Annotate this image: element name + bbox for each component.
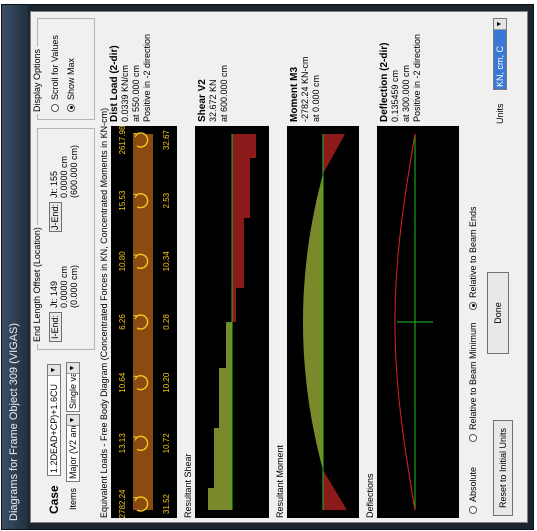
display-legend: Display Options [32,46,42,114]
rotated-screenshot: Diagrams for Frame Object 309 (VIGAS) Ca… [0,0,537,531]
i-joint: Jt: 149 [49,280,59,308]
fbd-top-value: 2617.98 [118,126,127,154]
fbd-panel: 2782.24 13.13 10.64 6.26 10.80 15.53 2617.98 3… [111,126,177,518]
deflection-panel [377,126,459,518]
fbd-info-value: 0.0339 KN/cm [120,64,130,122]
fbd-top-value: 10.64 [118,372,127,393]
moment-info-value: -2782.24 KN-cm [300,56,310,122]
chevron-down-icon: ▼ [67,363,79,374]
shear-block [208,488,232,510]
fbd-caption: Equivalent Loads - Free Body Diagram (Co… [99,107,109,518]
beam-min-radio[interactable] [469,434,477,442]
j-joint: Jt: 155 [49,170,59,198]
absolute-radio[interactable] [469,506,477,514]
scroll-radio[interactable] [51,104,59,112]
beam-ends-label: Relative to Beam Ends [468,206,478,298]
deflection-info-title: Deflection (2-dir) [379,42,390,122]
chevron-down-icon: ▼ [494,19,506,30]
units-label: Units [495,103,505,124]
scroll-label: Scroll for Values [50,35,60,100]
moment-caption: Resultant Moment [275,444,285,518]
dialog-client: Case 1.2DEAD+CP)+1.6CU ▼ Items Major (V2… [30,11,528,523]
done-button[interactable]: Done [487,272,509,354]
i-end-button[interactable]: I-End: [49,312,62,342]
fbd-bottom-value: 31.52 [162,493,171,514]
beam-ends-radio[interactable] [469,302,477,310]
fbd-info-location: at 550.000 cm [131,64,141,122]
shear-block [232,288,236,322]
shear-info-location: at 600.000 cm [219,64,229,122]
fbd-bottom-value: 32.67 [162,129,171,150]
mode-combo[interactable]: Single valued ▼ [66,362,80,412]
units-value: KN, cm, C [495,45,505,87]
shear-block [232,218,244,288]
j-offset-value: 0.0000 cm [59,155,69,198]
shear-panel [195,126,269,518]
shear-block [232,134,256,158]
moment-info: Moment M3 -2782.24 KN-cm at 0.000 cm [289,14,322,122]
case-combo[interactable]: 1.2DEAD+CP)+1.6CU ▼ [47,364,61,476]
fbd-bottom-value: 0.28 [162,314,171,330]
deflection-info-note: Positive in -2 direction [412,33,422,122]
fbd-bottom-value: 10.72 [162,433,171,454]
dialog-window: Diagrams for Frame Object 309 (VIGAS) Ca… [1,4,534,530]
beam-min-label: Relative to Beam Minimum [468,322,478,430]
shear-block [219,368,232,428]
fbd-info-note: Positive in -2 direction [142,33,152,122]
fbd-info: Dist Load (2-dir) 0.0339 KN/cm at 550.00… [109,14,153,122]
fbd-top-value: 2782.24 [118,489,127,518]
shear-block [226,322,232,368]
absolute-label: Absolute [468,466,478,502]
title-bar[interactable]: Diagrams for Frame Object 309 (VIGAS) [2,5,28,529]
case-value: 1.2DEAD+CP)+1.6CU [49,383,59,473]
fbd-top-value: 10.80 [118,251,127,272]
fbd-bottom-value: 2.53 [162,192,171,208]
fbd-top-value: 13.13 [118,433,127,454]
units-combo[interactable]: KN, cm, C ▼ [493,18,507,90]
shear-caption: Resultant Shear [183,453,193,518]
shear-block [232,158,250,218]
shear-info: Shear V2 32.672 KN at 600.000 cm [197,14,230,122]
showmax-radio[interactable] [67,104,75,112]
fbd-bottom-value: 10.20 [162,372,171,393]
moment-panel [287,126,359,518]
items-label: Items [68,487,78,510]
deflection-info-value: 0.135459 cm [390,69,400,122]
fbd-bottom-value: 10.34 [162,251,171,272]
offset-legend: End Length Offset (Location) [32,225,42,344]
items-combo[interactable]: Major (V2 and M3) ▼ [66,414,80,482]
deflection-info: Deflection (2-dir) 0.135459 cm at 300.00… [379,14,423,122]
fbd-top-value: 6.26 [118,314,127,330]
reset-units-button[interactable]: Reset to Initial Units [493,420,513,516]
moment-info-title: Moment M3 [289,67,300,122]
fbd-info-title: Dist Load (2-dir) [109,45,120,122]
fbd-beam [133,134,153,510]
i-offset-value: 0.0000 cm [59,265,69,308]
chevron-down-icon: ▼ [67,415,79,426]
deflection-caption: Deflections [365,473,375,518]
showmax-label: Show Max [66,57,76,100]
shear-block [214,428,232,488]
case-label: Case [47,485,61,514]
fbd-top-value: 15.53 [118,190,127,211]
shear-info-value: 32.672 KN [208,79,218,122]
moment-info-location: at 0.000 cm [311,74,321,122]
i-offset-location: (0.000 cm) [69,264,79,308]
j-offset-location: (600.000 cm) [69,144,79,198]
shear-info-title: Shear V2 [197,79,208,122]
deflection-info-location: at 300.000 cm [401,64,411,122]
window-title: Diagrams for Frame Object 309 (VIGAS) [8,322,20,521]
chevron-down-icon: ▼ [48,365,60,376]
j-end-button[interactable]: J-End: [49,202,62,232]
